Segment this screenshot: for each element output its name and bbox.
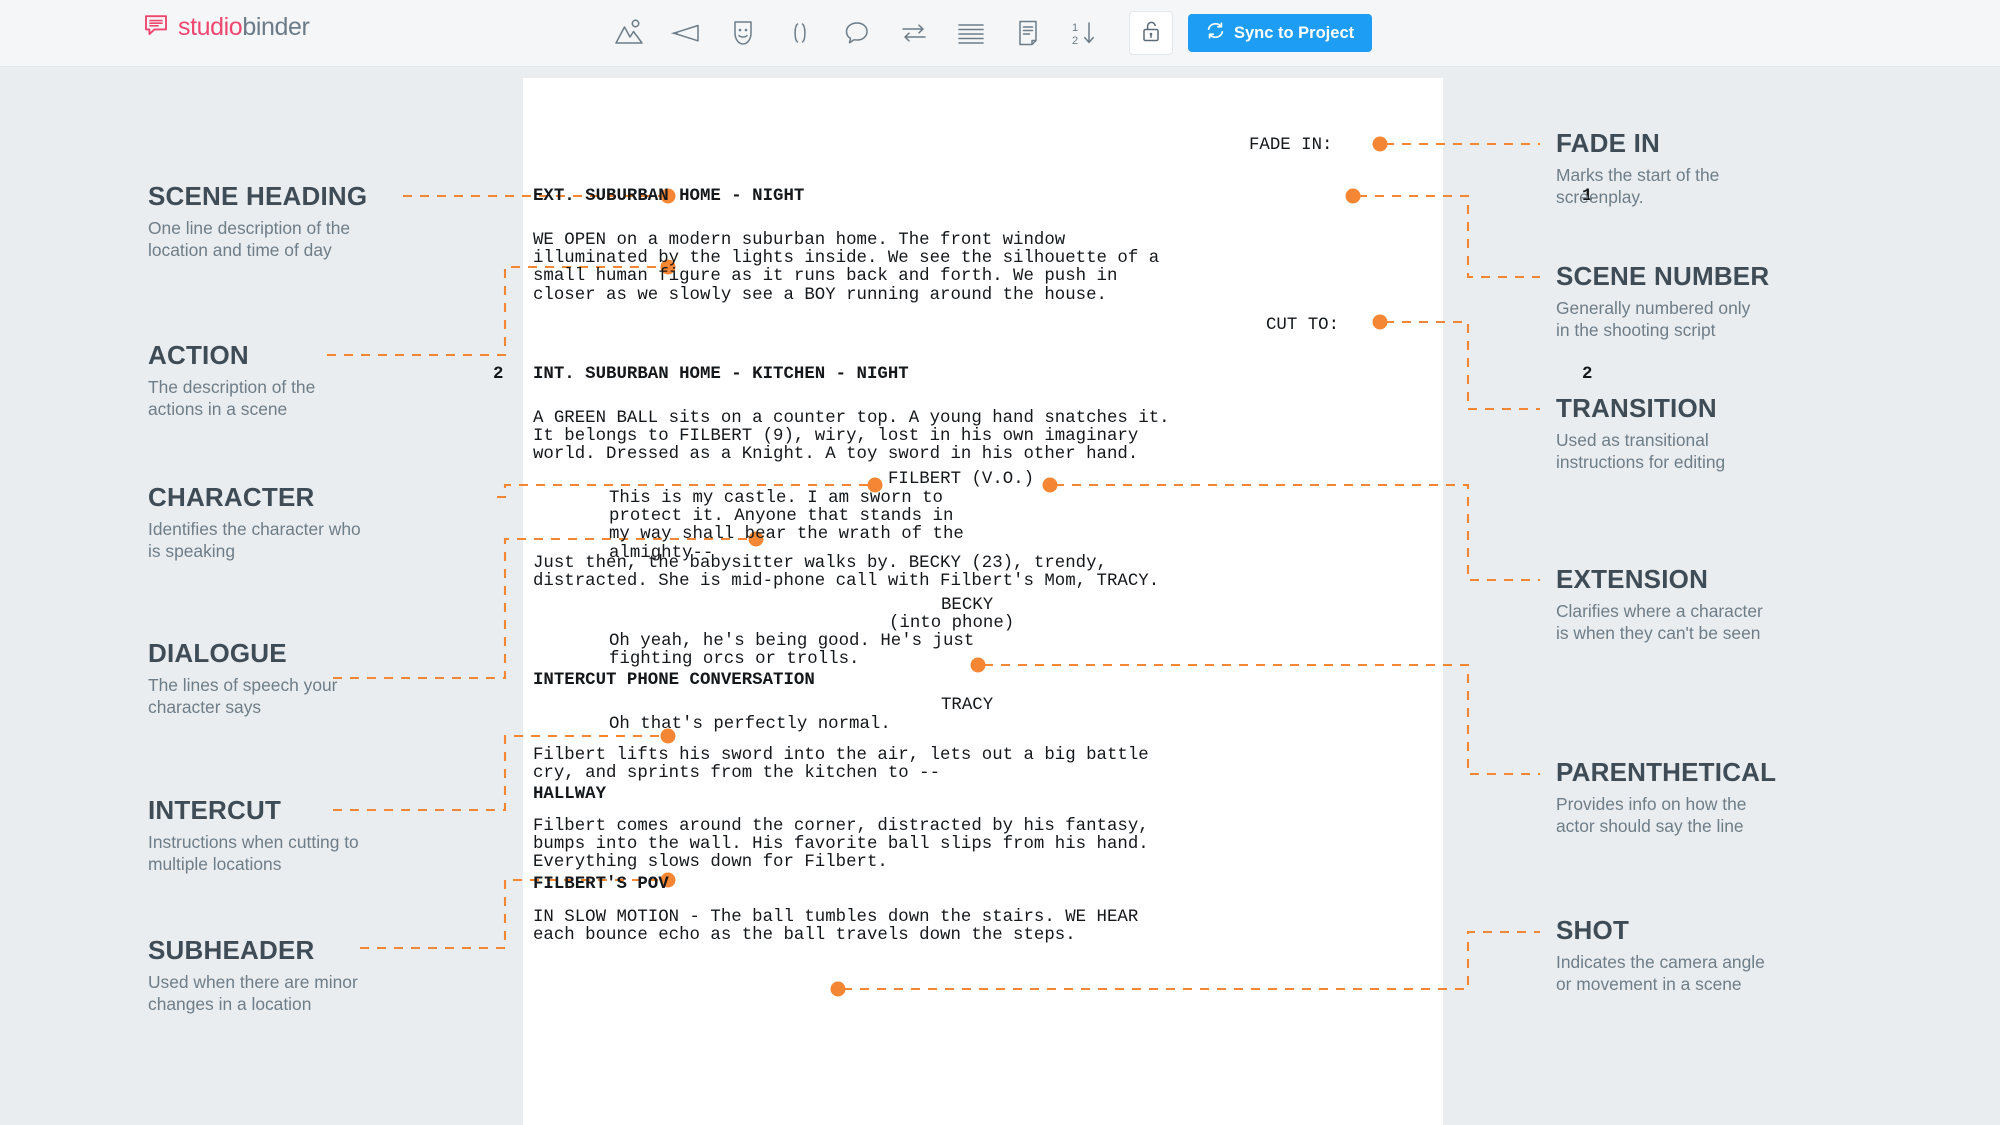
label-character-title: CHARACTER <box>148 482 315 512</box>
script-character-1: FILBERT (V.O.) <box>888 470 1035 489</box>
scene-heading-icon[interactable] <box>600 7 657 59</box>
label-shot-title: SHOT <box>1556 915 1630 945</box>
unlock-icon <box>1140 19 1162 48</box>
lock-toggle-button[interactable] <box>1129 11 1173 55</box>
script-action-1: WE OPEN on a modern suburban home. The f… <box>533 231 1160 305</box>
script-character-3: TRACY <box>941 696 994 715</box>
svg-text:2: 2 <box>1072 35 1078 47</box>
label-shot-desc: Indicates the camera angle or movement i… <box>1556 952 1765 994</box>
script-character-2: BECKY <box>941 596 994 615</box>
label-scene-number-title: SCENE NUMBER <box>1556 261 1770 291</box>
megaphone-action-icon[interactable] <box>657 7 714 59</box>
label-dialogue: DIALOGUE The lines of speech your charac… <box>148 638 337 718</box>
label-dialogue-title: DIALOGUE <box>148 638 287 668</box>
label-action-title: ACTION <box>148 340 249 370</box>
label-parenthetical-desc: Provides info on how the actor should sa… <box>1556 794 1747 836</box>
script-action-6: IN SLOW MOTION - The ball tumbles down t… <box>533 908 1139 946</box>
script-dialogue-1: This is my castle. I am sworn to protect… <box>609 489 964 563</box>
label-fade-in-title: FADE IN <box>1556 128 1660 158</box>
script-dialogue-2: Oh yeah, he's being good. He's just figh… <box>609 632 975 670</box>
script-action-5: Filbert comes around the corner, distrac… <box>533 817 1149 873</box>
top-toolbar: studiobinder 1 2 Sync to Project <box>0 0 2000 67</box>
screenplay-text[interactable]: FADE IN: 1 EXT. SUBURBAN HOME - NIGHT WE… <box>493 78 1592 1125</box>
label-dialogue-desc: The lines of speech your character says <box>148 675 338 717</box>
label-intercut: INTERCUT Instructions when cutting to mu… <box>148 795 359 875</box>
script-parenthetical: (into phone) <box>889 614 1015 633</box>
script-action-4: Filbert lifts his sword into the air, le… <box>533 746 1149 784</box>
label-extension: EXTENSION Clarifies where a character is… <box>1556 564 1763 644</box>
label-action: ACTION The description of the actions in… <box>148 340 315 420</box>
script-fade-in: FADE IN: <box>1249 136 1333 155</box>
script-action-3: Just then, the babysitter walks by. BECK… <box>533 554 1160 592</box>
script-scene2-number-right: 2 <box>1582 365 1593 384</box>
svg-text:1: 1 <box>1072 22 1078 34</box>
logo-secondary-text: binder <box>242 13 310 41</box>
script-dialogue-3: Oh that's perfectly normal. <box>609 715 891 734</box>
label-transition: TRANSITION Used as transitional instruct… <box>1556 393 1725 473</box>
sync-button-label: Sync to Project <box>1234 23 1355 42</box>
label-extension-title: EXTENSION <box>1556 564 1709 594</box>
logo-primary-text: studio <box>178 13 243 41</box>
parenthetical-icon[interactable] <box>771 7 828 59</box>
label-action-desc: The description of the actions in a scen… <box>148 377 316 419</box>
label-parenthetical: PARENTHETICAL Provides info on how the a… <box>1556 757 1776 837</box>
label-shot: SHOT Indicates the camera angle or movem… <box>1556 915 1765 995</box>
label-character-desc: Identifies the character who is speaking <box>148 519 361 561</box>
script-subheader: HALLWAY <box>533 785 607 804</box>
speech-bubble-logo-icon <box>143 12 169 43</box>
transition-arrows-icon[interactable] <box>885 7 942 59</box>
label-scene-heading-title: SCENE HEADING <box>148 181 368 211</box>
sort-numeric-icon[interactable]: 1 2 <box>1056 7 1113 59</box>
label-scene-number-desc: Generally numbered only in the shooting … <box>1556 298 1751 340</box>
script-scene2-number-left: 2 <box>493 365 504 384</box>
label-fade-in-desc: Marks the start of the screenplay. <box>1556 165 1720 207</box>
text-lines-icon[interactable] <box>942 7 999 59</box>
label-transition-desc: Used as transitional instructions for ed… <box>1556 430 1726 472</box>
dialogue-bubble-icon[interactable] <box>828 7 885 59</box>
label-scene-heading: SCENE HEADING One line description of th… <box>148 181 367 261</box>
format-toolbar: 1 2 Sync to Project <box>600 7 1373 59</box>
theater-mask-character-icon[interactable] <box>714 7 771 59</box>
label-subheader: SUBHEADER Used when there are minor chan… <box>148 935 358 1015</box>
label-intercut-desc: Instructions when cutting to multiple lo… <box>148 832 359 874</box>
script-action-2: A GREEN BALL sits on a counter top. A yo… <box>533 409 1170 465</box>
label-scene-heading-desc: One line description of the location and… <box>148 218 351 260</box>
label-subheader-title: SUBHEADER <box>148 935 315 965</box>
script-shot: FILBERT'S POV <box>533 875 669 894</box>
sync-to-project-button[interactable]: Sync to Project <box>1188 14 1373 52</box>
label-intercut-title: INTERCUT <box>148 795 282 825</box>
script-intercut: INTERCUT PHONE CONVERSATION <box>533 671 815 690</box>
sync-refresh-icon <box>1206 21 1225 45</box>
script-cut-to: CUT TO: <box>1266 316 1340 335</box>
label-parenthetical-title: PARENTHETICAL <box>1556 757 1777 787</box>
page-document-icon[interactable] <box>999 7 1056 59</box>
app-logo[interactable]: studiobinder <box>143 12 310 43</box>
label-scene-number: SCENE NUMBER Generally numbered only in … <box>1556 261 1769 341</box>
script-scene1-heading: EXT. SUBURBAN HOME - NIGHT <box>533 187 805 206</box>
label-character: CHARACTER Identifies the character who i… <box>148 482 361 562</box>
label-transition-title: TRANSITION <box>1556 393 1717 423</box>
label-subheader-desc: Used when there are minor changes in a l… <box>148 972 358 1014</box>
label-fade-in: FADE IN Marks the start of the screenpla… <box>1556 128 1719 208</box>
script-scene2-heading: INT. SUBURBAN HOME - KITCHEN - NIGHT <box>533 365 909 384</box>
label-extension-desc: Clarifies where a character is when they… <box>1556 601 1763 643</box>
